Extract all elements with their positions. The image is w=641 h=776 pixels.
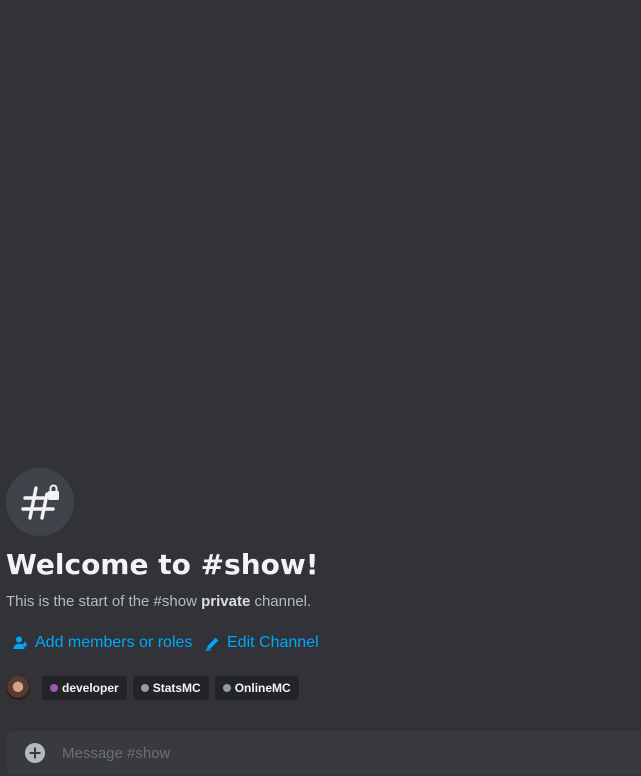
role-color-dot: [50, 684, 58, 692]
add-members-label: Add members or roles: [35, 634, 193, 651]
hashtag-lock-icon: [6, 468, 74, 536]
add-members-button[interactable]: Add members or roles: [12, 633, 192, 653]
edit-channel-label: Edit Channel: [227, 634, 319, 651]
edit-channel-button[interactable]: Edit Channel: [205, 633, 319, 653]
role-name: StatsMC: [152, 681, 201, 695]
message-composer: [6, 731, 641, 775]
role-pill-developer[interactable]: developer: [42, 676, 127, 700]
message-input[interactable]: [62, 731, 632, 775]
pencil-icon: [205, 636, 220, 651]
role-pill-onlinemc[interactable]: OnlineMC: [214, 676, 299, 700]
person-add-icon: [12, 635, 28, 651]
role-color-dot: [222, 684, 231, 692]
description-suffix: channel.: [250, 593, 312, 610]
avatar[interactable]: [6, 676, 30, 700]
welcome-title: Welcome to #show!: [6, 548, 319, 581]
plus-circle-icon[interactable]: [24, 742, 46, 764]
channel-description: This is the start of the #show private c…: [6, 592, 311, 612]
role-color-dot: [140, 684, 149, 692]
role-name: OnlineMC: [234, 681, 291, 695]
channel-access-row: developer StatsMC OnlineMC: [6, 676, 305, 700]
role-pill-statsmc[interactable]: StatsMC: [132, 676, 209, 700]
role-name: developer: [62, 681, 119, 695]
description-prefix: This is the start of the #show: [6, 593, 202, 610]
description-private: private: [201, 593, 251, 610]
chat-view: Welcome to #show! This is the start of t…: [0, 0, 641, 776]
